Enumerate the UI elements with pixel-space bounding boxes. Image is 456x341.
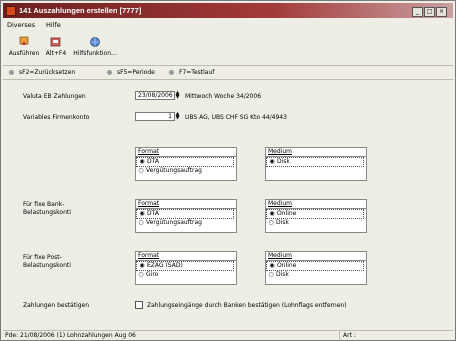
fkey-bullet-icon bbox=[107, 70, 112, 75]
run-button[interactable]: Ausführen bbox=[7, 36, 41, 57]
medium-group-2: Medium ◉ Online ○ Disk bbox=[265, 199, 367, 233]
radio-selected-icon: ◉ bbox=[269, 262, 275, 269]
medium-option-disk[interactable]: ◉ Disk bbox=[266, 157, 364, 167]
option-label: Disk bbox=[276, 219, 289, 226]
title-bar[interactable]: 141 Auszahlungen erstellen [7777] _ □ × bbox=[3, 3, 453, 18]
close-button[interactable]: × bbox=[436, 7, 447, 17]
radio-selected-icon: ◉ bbox=[139, 262, 145, 269]
radio-empty-icon: ○ bbox=[138, 271, 144, 278]
help-function-button[interactable]: Hilfsfunktion... bbox=[71, 36, 119, 57]
medium-group-1: Medium ◉ Disk bbox=[265, 147, 367, 181]
konto-input[interactable]: 1 bbox=[135, 112, 175, 121]
radio-empty-icon: ○ bbox=[138, 219, 144, 226]
konto-info: UBS AG, UBS CHF SG Kto 44/4943 bbox=[185, 114, 287, 121]
format-option-ezag[interactable]: ◉ EZAG (SAD) bbox=[136, 261, 234, 271]
fkey-reset-label: sF2=Zurücksetzen bbox=[19, 69, 76, 76]
menu-diverses[interactable]: Diverses bbox=[7, 21, 35, 29]
help-globe-icon bbox=[88, 36, 102, 48]
fkey-bullet-icon bbox=[9, 70, 14, 75]
help-function-label: Hilfsfunktion... bbox=[73, 50, 117, 57]
app-icon bbox=[6, 6, 16, 16]
format-option-dta[interactable]: ◉ DTA bbox=[136, 157, 234, 167]
bank-konti-label-2: Belastungskonti bbox=[23, 209, 71, 216]
medium-group-3: Medium ◉ Online ○ Disk bbox=[265, 251, 367, 285]
format-option-giro[interactable]: ○ Giro bbox=[136, 271, 236, 279]
bank-konti-label-1: Für fixe Bank- bbox=[23, 201, 65, 208]
minimize-button[interactable]: _ bbox=[412, 7, 423, 17]
exit-icon bbox=[49, 36, 63, 48]
radio-selected-icon: ◉ bbox=[139, 158, 145, 165]
valuta-date-input[interactable]: 23/08/2006 bbox=[135, 91, 175, 100]
radio-empty-icon: ○ bbox=[268, 219, 274, 226]
option-label: Giro bbox=[146, 271, 159, 278]
format-option-dta[interactable]: ◉ DTA bbox=[136, 209, 234, 219]
format-group-1: Format ◉ DTA ○ Vergütungsauftrag bbox=[135, 147, 237, 181]
function-key-bar: sF2=Zurücksetzen sF5=Periode F7=Testlauf bbox=[3, 67, 453, 80]
radio-selected-icon: ◉ bbox=[139, 210, 145, 217]
medium-header: Medium bbox=[266, 148, 366, 157]
option-label: DTA bbox=[147, 158, 159, 165]
run-icon bbox=[17, 36, 31, 48]
confirm-label: Zahlungen bestätigen bbox=[23, 302, 90, 309]
application-window: 141 Auszahlungen erstellen [7777] _ □ × … bbox=[0, 0, 456, 341]
radio-empty-icon: ○ bbox=[138, 167, 144, 174]
status-art: Art : bbox=[343, 332, 356, 339]
post-konti-label-2: Belastungskonti bbox=[23, 262, 71, 269]
konto-label: Variables Firmenkonto bbox=[23, 114, 90, 121]
fkey-testrun-label: F7=Testlauf bbox=[179, 69, 215, 76]
format-option-verguetung[interactable]: ○ Vergütungsauftrag bbox=[136, 219, 236, 227]
konto-spinner[interactable]: ▲ ▼ bbox=[175, 112, 180, 121]
option-label: Disk bbox=[277, 158, 290, 165]
window-title: 141 Auszahlungen erstellen [7777] bbox=[19, 6, 142, 15]
format-group-2: Format ◉ DTA ○ Vergütungsauftrag bbox=[135, 199, 237, 233]
status-period: Pde: 21/08/2006 (1) Lohnzahlungen Aug 06 bbox=[3, 331, 340, 340]
option-label: DTA bbox=[147, 210, 159, 217]
option-label: Online bbox=[277, 210, 297, 217]
confirm-checkbox-text[interactable]: Zahlungseingänge durch Banken bestätigen… bbox=[147, 302, 347, 309]
fkey-testrun[interactable]: F7=Testlauf bbox=[169, 69, 214, 76]
confirm-checkbox[interactable] bbox=[135, 301, 143, 309]
run-label: Ausführen bbox=[8, 50, 40, 57]
format-group-3: Format ◉ EZAG (SAD) ○ Giro bbox=[135, 251, 237, 285]
format-header: Format bbox=[136, 252, 236, 261]
medium-header: Medium bbox=[266, 252, 366, 261]
format-header: Format bbox=[136, 200, 236, 209]
maximize-button[interactable]: □ bbox=[424, 7, 435, 17]
alt-f4-label: Alt+F4 bbox=[45, 50, 67, 57]
alt-f4-button[interactable]: Alt+F4 bbox=[43, 36, 69, 57]
status-bar: Pde: 21/08/2006 (1) Lohnzahlungen Aug 06… bbox=[3, 330, 453, 340]
fkey-period-label: sF5=Periode bbox=[117, 69, 155, 76]
option-label: Vergütungsauftrag bbox=[146, 167, 202, 174]
valuta-spinner[interactable]: ▲ ▼ bbox=[175, 91, 180, 100]
radio-empty-icon: ○ bbox=[268, 271, 274, 278]
medium-option-online[interactable]: ◉ Online bbox=[266, 261, 364, 271]
post-konti-label-1: Für fixe Post- bbox=[23, 254, 62, 261]
fkey-reset[interactable]: sF2=Zurücksetzen bbox=[9, 69, 75, 76]
toolbar: Ausführen Alt+F4 Hilfsfunktion... bbox=[3, 33, 453, 66]
medium-option-disk[interactable]: ○ Disk bbox=[266, 219, 366, 227]
fkey-period[interactable]: sF5=Periode bbox=[107, 69, 155, 76]
medium-option-online[interactable]: ◉ Online bbox=[266, 209, 364, 219]
menu-bar: Diverses Hilfe bbox=[3, 19, 453, 31]
format-option-verguetung[interactable]: ○ Vergütungsauftrag bbox=[136, 167, 236, 175]
option-label: Vergütungsauftrag bbox=[146, 219, 202, 226]
format-header: Format bbox=[136, 148, 236, 157]
form-content: Valuta EB Zahlungen 23/08/2006 ▲ ▼ Mittwo… bbox=[3, 81, 453, 329]
option-label: Disk bbox=[276, 271, 289, 278]
option-label: Online bbox=[277, 262, 297, 269]
medium-option-disk[interactable]: ○ Disk bbox=[266, 271, 366, 279]
radio-selected-icon: ◉ bbox=[269, 210, 275, 217]
valuta-info: Mittwoch Woche 34/2006 bbox=[185, 93, 262, 100]
fkey-bullet-icon bbox=[169, 70, 174, 75]
menu-hilfe[interactable]: Hilfe bbox=[46, 21, 61, 29]
radio-selected-icon: ◉ bbox=[269, 158, 275, 165]
option-label: EZAG (SAD) bbox=[147, 262, 183, 269]
valuta-label: Valuta EB Zahlungen bbox=[23, 93, 86, 100]
medium-header: Medium bbox=[266, 200, 366, 209]
